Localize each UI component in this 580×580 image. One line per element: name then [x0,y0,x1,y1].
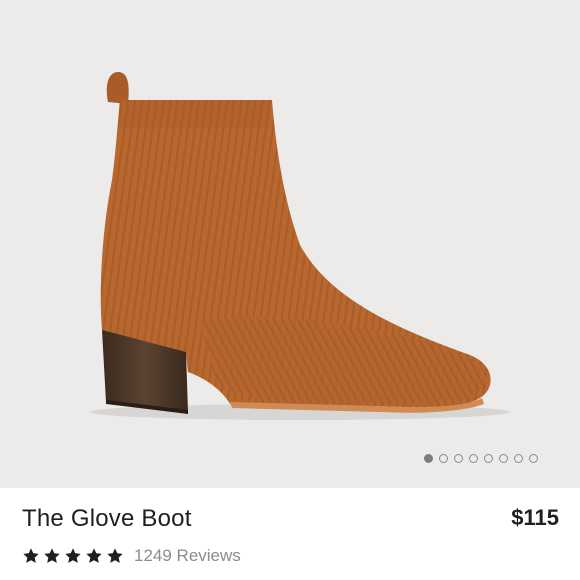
carousel-dot-5[interactable] [484,454,493,463]
carousel-dot-8[interactable] [529,454,538,463]
carousel-dot-1[interactable] [424,454,433,463]
reviews-link[interactable]: 1249 Reviews [134,546,241,566]
product-rating[interactable]: 1249 Reviews [22,546,241,566]
carousel-dots [424,454,538,463]
product-gallery[interactable] [0,0,580,488]
carousel-dot-3[interactable] [454,454,463,463]
product-info: The Glove Boot $115 1249 Reviews [0,488,580,580]
carousel-dot-4[interactable] [469,454,478,463]
product-price: $115 [511,505,559,530]
carousel-dot-7[interactable] [514,454,523,463]
star-rating [22,547,124,565]
product-title[interactable]: The Glove Boot [22,505,192,533]
carousel-dot-2[interactable] [439,454,448,463]
star-icon [86,548,102,563]
product-image[interactable] [0,0,580,488]
star-icon [65,548,81,563]
carousel-dot-6[interactable] [499,454,508,463]
star-icon [107,548,123,563]
star-icon [23,548,39,563]
star-icon [44,548,60,563]
